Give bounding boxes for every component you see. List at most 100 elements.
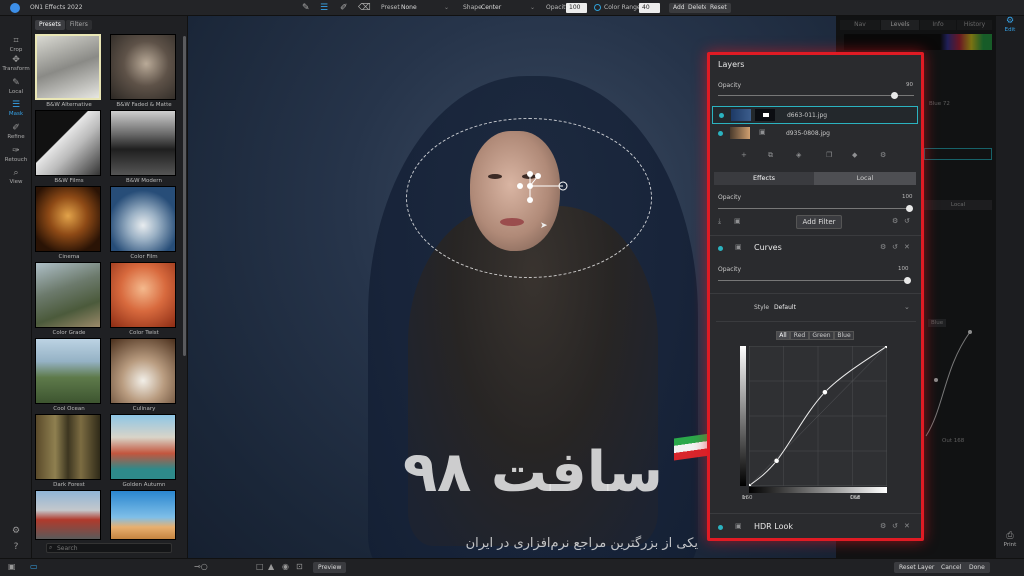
gear-icon[interactable]: ⚙: [892, 217, 898, 225]
reset-icon[interactable]: ↺: [892, 243, 898, 251]
preset-item[interactable]: [110, 490, 178, 540]
duplicate-layer-icon[interactable]: ⧉: [768, 151, 773, 160]
mode-print[interactable]: ⎙ Print: [996, 531, 1024, 548]
preset-item[interactable]: [35, 490, 103, 540]
mask-tool-icon[interactable]: ☰: [320, 3, 328, 13]
mask-view-icon[interactable]: ▲: [268, 562, 274, 571]
tool-transform[interactable]: ✥ Transform: [0, 55, 32, 72]
preset-golden-autumn[interactable]: Golden Autumn: [110, 414, 178, 490]
curves-opacity-track[interactable]: [718, 280, 908, 281]
mask-brush-icon[interactable]: ✐: [340, 3, 348, 13]
filter-name-hdr-look[interactable]: HDR Look: [754, 522, 793, 531]
visibility-toggle[interactable]: [719, 113, 724, 118]
channel-blue[interactable]: Blue: [834, 331, 854, 340]
filter-visibility-toggle[interactable]: [718, 525, 723, 530]
gear-icon[interactable]: ⚙: [880, 243, 886, 251]
settings-gear-icon[interactable]: ⚙: [880, 151, 886, 159]
fill-icon[interactable]: ◈: [796, 151, 801, 159]
opacity-input[interactable]: 100: [566, 3, 587, 13]
copy-icon[interactable]: ❐: [826, 151, 832, 159]
tab-local[interactable]: Local: [814, 172, 916, 185]
tool-local[interactable]: ✎ Local: [0, 78, 32, 95]
reset-icon[interactable]: ↺: [892, 522, 898, 530]
settings-icon[interactable]: ⚙: [0, 526, 32, 537]
tab-info[interactable]: Info: [920, 20, 956, 30]
mode-edit[interactable]: ⚙ Edit: [996, 16, 1024, 33]
color-range-toggle[interactable]: [594, 4, 601, 11]
curves-opacity-knob[interactable]: [904, 277, 911, 284]
tab-history[interactable]: History: [957, 20, 992, 30]
browser-toggle-icon[interactable]: ▭: [30, 562, 38, 571]
filter-name-curves[interactable]: Curves: [754, 243, 782, 252]
preset-bw-modern[interactable]: B&W Modern: [110, 110, 178, 186]
preset-bw-alternative[interactable]: B&W Alternative: [35, 34, 103, 110]
preset-bw-faded-matte[interactable]: B&W Faded & Matte: [110, 34, 178, 110]
channel-green[interactable]: Green: [809, 331, 834, 340]
layer-row[interactable]: d663-011.jpg: [712, 106, 918, 124]
tool-view[interactable]: ⌕ View: [0, 168, 32, 185]
tab-nav[interactable]: Nav: [840, 20, 880, 30]
effects-opacity-knob[interactable]: [906, 205, 913, 212]
preset-search-input[interactable]: ⌕ Search: [46, 543, 172, 553]
color-range-input[interactable]: 40: [639, 3, 660, 13]
compare-icon[interactable]: □: [256, 562, 264, 571]
add-filter-button[interactable]: Add Filter: [796, 215, 842, 229]
stack-icon[interactable]: ◆: [852, 151, 857, 159]
tab-effects[interactable]: Effects: [714, 172, 814, 185]
zoom-slider-icon[interactable]: ⊸○: [194, 562, 208, 571]
preset-bw-films[interactable]: B&W Films: [35, 110, 103, 186]
close-icon[interactable]: ✕: [904, 243, 910, 251]
eraser-icon[interactable]: ⌫: [358, 3, 371, 13]
channel-all[interactable]: All: [776, 331, 790, 340]
panel-toggle-icon[interactable]: ▣: [8, 562, 16, 571]
channel-red[interactable]: Red: [790, 331, 809, 340]
curves-graph[interactable]: [749, 346, 887, 486]
help-icon[interactable]: ?: [0, 542, 32, 553]
layer-row[interactable]: ▣ d935-0808.jpg: [712, 125, 918, 143]
filter-mask-icon[interactable]: ▣: [735, 243, 742, 251]
shape-select[interactable]: Center ⌄: [479, 3, 537, 13]
preview-button[interactable]: Preview: [313, 562, 347, 573]
tool-mask[interactable]: ☰ Mask: [0, 100, 32, 117]
layer-opacity-knob[interactable]: [891, 92, 899, 99]
color-mode-icon[interactable]: ◉: [282, 562, 289, 571]
tool-crop[interactable]: ⌗ Crop: [0, 36, 32, 53]
curve-control-point[interactable]: [773, 458, 780, 464]
preset-select[interactable]: None ⌄: [399, 3, 451, 13]
mask-handles[interactable]: [508, 168, 578, 208]
filter-visibility-toggle[interactable]: [718, 246, 723, 251]
reset-button[interactable]: Reset: [706, 3, 731, 13]
tab-presets[interactable]: Presets: [35, 20, 65, 30]
effects-opacity-track[interactable]: [718, 208, 908, 209]
preset-cinema[interactable]: Cinema: [35, 186, 103, 262]
tool-refine[interactable]: ✐ Refine: [0, 123, 32, 140]
preset-culinary[interactable]: Culinary: [110, 338, 178, 414]
reset-layer-button[interactable]: Reset Layer: [894, 562, 940, 573]
preset-color-twist[interactable]: Color Twist: [110, 262, 178, 338]
filter-mask-icon[interactable]: ▣: [735, 522, 742, 530]
browser-scrollbar[interactable]: [183, 36, 186, 356]
visibility-toggle[interactable]: [718, 131, 723, 136]
gear-icon[interactable]: ⚙: [880, 522, 886, 530]
chevron-down-icon[interactable]: ⌄: [904, 303, 910, 311]
layer-opacity-track[interactable]: [718, 95, 914, 96]
save-preset-icon[interactable]: ⤓: [718, 217, 721, 226]
style-select[interactable]: Default: [774, 304, 796, 311]
preset-color-film[interactable]: Color Film: [110, 186, 178, 262]
camera-icon[interactable]: ⊡: [296, 562, 303, 571]
reset-icon[interactable]: ↺: [904, 217, 910, 225]
preset-dark-forest[interactable]: Dark Forest: [35, 414, 103, 490]
preset-color-grade[interactable]: Color Grade: [35, 262, 103, 338]
mask-toggle-icon[interactable]: ▣: [734, 217, 741, 225]
add-layer-icon[interactable]: +: [741, 151, 747, 159]
curve-control-point[interactable]: [822, 389, 828, 395]
tool-retouch[interactable]: ✑ Retouch: [0, 146, 32, 163]
preset-cool-ocean[interactable]: Cool Ocean: [35, 338, 103, 414]
chevron-down-icon: ⌄: [529, 4, 535, 11]
tab-levels[interactable]: Levels: [881, 20, 919, 30]
tab-filters[interactable]: Filters: [65, 20, 92, 30]
brush-tool-icon[interactable]: ✎: [302, 3, 310, 13]
done-button[interactable]: Done: [964, 562, 990, 573]
cancel-button[interactable]: Cancel: [936, 562, 967, 573]
close-icon[interactable]: ✕: [904, 522, 910, 530]
